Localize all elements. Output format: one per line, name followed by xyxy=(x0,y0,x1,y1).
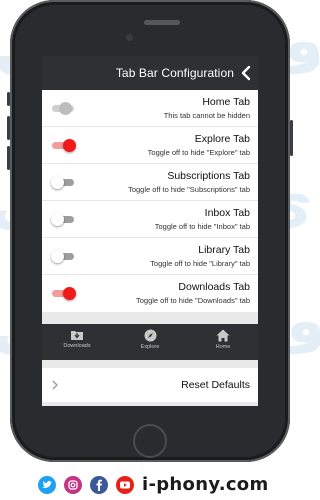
setting-description: Toggle off to hide "Inbox" tab xyxy=(154,222,250,231)
setting-description: Toggle off to hide "Subscriptions" tab xyxy=(128,185,250,194)
facebook-icon[interactable] xyxy=(90,476,108,494)
setting-label: Explore Tab xyxy=(194,133,250,145)
power-button xyxy=(290,120,293,156)
setting-row: Library Tab Toggle off to hide "Library" … xyxy=(42,238,258,275)
toggle-switch[interactable] xyxy=(51,213,76,226)
toggle-knob xyxy=(51,176,64,189)
chevron-left-icon[interactable] xyxy=(240,65,252,81)
setting-label: Library Tab xyxy=(198,244,250,256)
setting-row: Downloads Tab Toggle off to hide "Downloa… xyxy=(42,275,258,312)
setting-label: Home Tab xyxy=(202,96,250,108)
tab-bar: Downloads Explore Home xyxy=(42,324,258,360)
setting-description: This tab cannot be hidden xyxy=(163,111,250,120)
tab-downloads[interactable]: Downloads xyxy=(46,324,108,360)
toggle-switch[interactable] xyxy=(52,139,76,152)
volume-button xyxy=(7,146,10,170)
toggle-knob xyxy=(63,139,76,152)
setting-row: Subscriptions Tab Toggle off to hide "Sub… xyxy=(42,164,258,201)
setting-label: Inbox Tab xyxy=(204,207,250,219)
setting-row: Home Tab This tab cannot be hidden xyxy=(42,90,258,127)
social-footer: i-phony.com xyxy=(0,468,300,500)
setting-description: Toggle off to hide "Downloads" tab xyxy=(135,296,250,305)
tab-label: Explore xyxy=(140,344,160,350)
toggle-knob xyxy=(63,287,76,300)
toggle-switch[interactable] xyxy=(52,287,76,300)
setting-row: Inbox Tab Toggle off to hide "Inbox" tab xyxy=(42,201,258,238)
toggle-knob xyxy=(59,102,72,115)
app-screen: Tab Bar Configuration Home Tab This tab c… xyxy=(42,56,258,406)
volume-button xyxy=(7,116,10,140)
toggle-knob xyxy=(51,250,64,263)
twitter-icon[interactable] xyxy=(38,476,56,494)
speaker-grille xyxy=(144,20,180,25)
setting-row: Explore Tab Toggle off to hide "Explore" … xyxy=(42,127,258,164)
compass-icon xyxy=(119,329,181,342)
tab-label: Home xyxy=(215,344,231,350)
reset-defaults-label: Reset Defaults xyxy=(181,379,250,391)
volume-button xyxy=(7,92,10,106)
tab-home[interactable]: Home xyxy=(192,324,254,360)
instagram-icon[interactable] xyxy=(64,476,82,494)
setting-description: Toggle off to hide "Library" tab xyxy=(150,259,250,268)
setting-label: Downloads Tab xyxy=(178,281,250,293)
home-icon xyxy=(192,329,254,342)
nav-bar: Tab Bar Configuration xyxy=(42,56,258,90)
toggle-switch xyxy=(52,102,76,115)
chevron-right-icon xyxy=(52,380,58,390)
brand-name: i-phony.com xyxy=(142,474,269,495)
downloads-icon xyxy=(46,329,108,341)
reset-defaults-row[interactable]: Reset Defaults xyxy=(42,368,258,402)
toggle-knob xyxy=(51,213,64,226)
toggle-switch[interactable] xyxy=(51,250,76,263)
toggle-switch[interactable] xyxy=(51,176,76,189)
page-title: Tab Bar Configuration xyxy=(115,66,234,80)
setting-label: Subscriptions Tab xyxy=(167,170,250,182)
home-button[interactable] xyxy=(133,424,167,458)
tab-explore[interactable]: Explore xyxy=(119,324,181,360)
settings-list: Home Tab This tab cannot be hidden Explore… xyxy=(42,90,258,312)
front-camera xyxy=(126,34,133,41)
youtube-icon[interactable] xyxy=(116,476,134,494)
tab-label: Downloads xyxy=(63,343,91,349)
setting-description: Toggle off to hide "Explore" tab xyxy=(147,148,250,157)
